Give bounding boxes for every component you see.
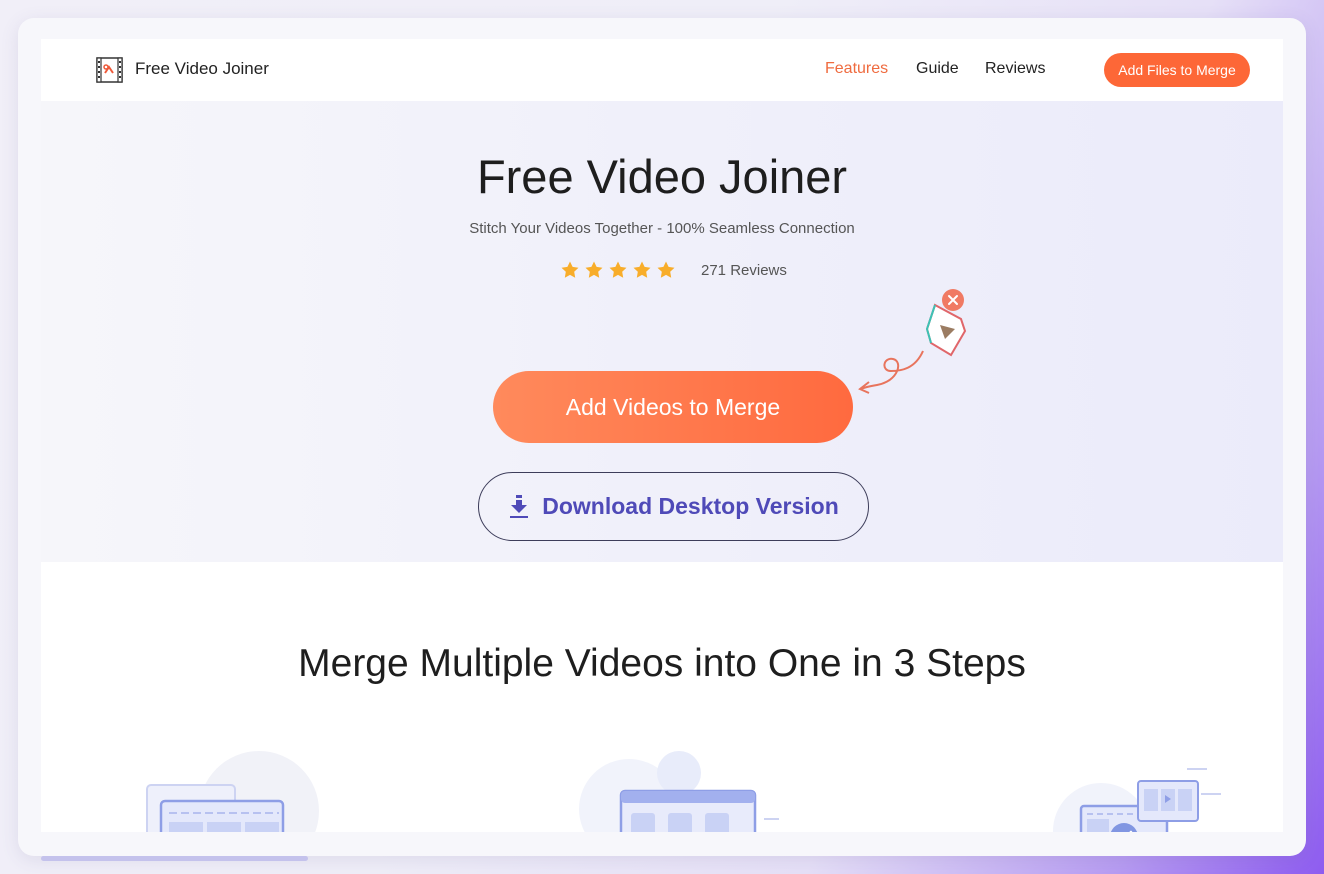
nav-guide[interactable]: Guide [916,60,959,78]
site-header: Free Video Joiner Features Guide Reviews… [41,39,1283,101]
steps-title: Merge Multiple Videos into One in 3 Step… [298,642,1026,685]
download-desktop-button[interactable]: Download Desktop Version [478,472,869,541]
download-icon [510,494,529,518]
browser-frame: Free Video Joiner Features Guide Reviews… [18,18,1306,856]
export-illustration [1053,768,1221,832]
video-file-icon [858,289,967,394]
download-button-label: Download Desktop Version [542,493,839,519]
page-title: Free Video Joiner [476,150,848,203]
edit-order-illustration [579,751,779,832]
star-icon [609,261,627,278]
curved-arrow-icon [860,350,924,390]
rating-stars [560,260,680,280]
page: Free Video Joiner Features Guide Reviews… [41,39,1283,832]
hero-subtitle: Stitch Your Videos Together - 100% Seaml… [469,220,855,237]
film-logo-icon[interactable] [96,57,123,83]
add-files-illustration [146,751,319,832]
star-icon [585,261,603,278]
hero-section: Free Video Joiner Stitch Your Videos Tog… [41,101,1283,562]
add-videos-button[interactable]: Add Videos to Merge [493,371,853,443]
star-icon [633,261,651,278]
reviews-count[interactable]: 271 Reviews [701,262,787,279]
star-icon [561,261,579,278]
add-files-button[interactable]: Add Files to Merge [1104,53,1250,87]
nav-reviews[interactable]: Reviews [985,60,1045,78]
star-icon [657,261,675,278]
brand-name[interactable]: Free Video Joiner [135,59,269,79]
nav-features[interactable]: Features [825,60,888,78]
scroll-indicator [41,856,308,861]
